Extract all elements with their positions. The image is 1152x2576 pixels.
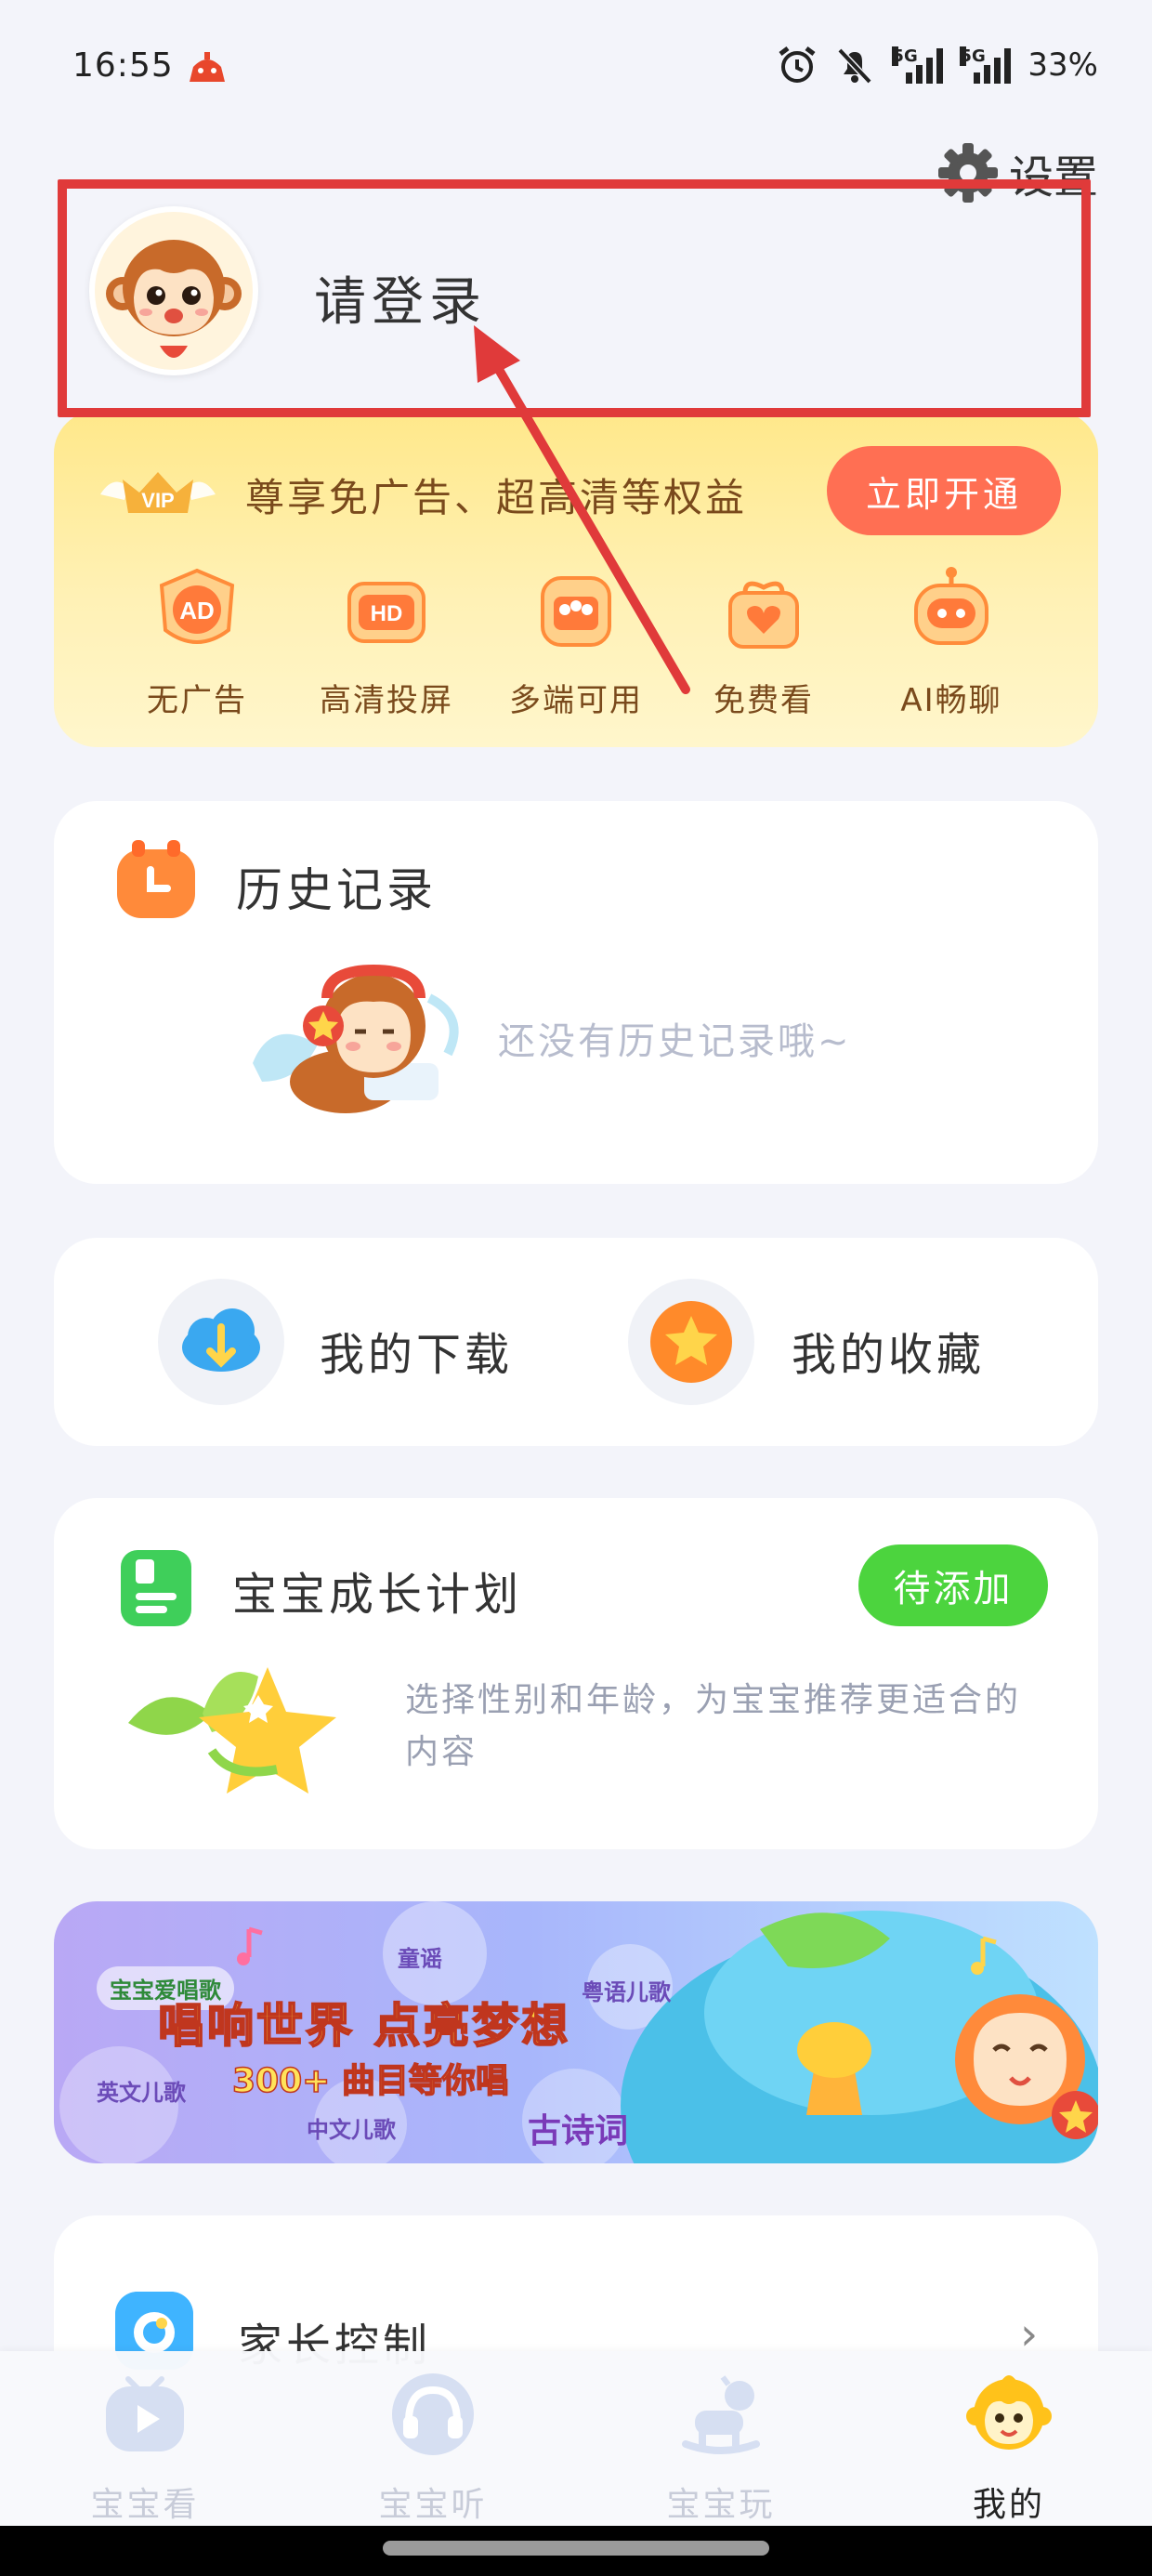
banner-tag: 古诗词: [528, 2112, 629, 2150]
benefit-ai-chat[interactable]: AI畅聊: [858, 565, 1044, 720]
growth-plan-icon: [121, 1550, 191, 1626]
benefit-no-ads[interactable]: AD 无广告: [104, 565, 290, 720]
signal-icon: 5G: [960, 46, 1012, 84]
heart-gift-icon: [728, 581, 799, 649]
status-indicators: 5G 5G 33%: [777, 45, 1098, 85]
benefit-label: 无广告: [147, 682, 247, 719]
rocking-horse-icon: [682, 2375, 760, 2454]
battery-percent: 33%: [1028, 46, 1098, 84]
favorites-button-icon-wrap[interactable]: [628, 1279, 754, 1405]
annotation-arrow-icon: [474, 325, 690, 694]
tab-baobao-watch[interactable]: 宝宝看: [52, 2368, 238, 2526]
tab-mine[interactable]: 我的: [916, 2368, 1102, 2526]
growth-plan-add-button[interactable]: 待添加: [858, 1544, 1048, 1626]
app-notification-icon: [190, 52, 225, 82]
robot-icon: [914, 567, 988, 645]
banner-subline: 300+ 曲目等你唱: [231, 2061, 509, 2101]
network-type-label: 5G: [892, 46, 918, 66]
cloud-download-icon: [182, 1308, 260, 1372]
vip-badge-icon: VIP: [100, 472, 216, 513]
benefit-label: 高清投屏: [320, 682, 453, 719]
svg-text:AD: AD: [179, 597, 215, 624]
status-time: 16:55: [72, 46, 174, 85]
tab-label: 宝宝看: [90, 2486, 200, 2524]
home-indicator[interactable]: [383, 2541, 769, 2556]
history-clock-icon: [117, 840, 195, 918]
vip-subscribe-button[interactable]: 立即开通: [827, 446, 1061, 535]
svg-text:HD: HD: [371, 601, 403, 626]
alarm-icon: [779, 46, 816, 83]
history-title: 历史记录: [236, 863, 437, 917]
benefit-free-watch[interactable]: 免费看: [671, 565, 857, 720]
tab-baobao-listen[interactable]: 宝宝听: [340, 2368, 526, 2526]
benefit-label: AI畅聊: [900, 682, 1002, 719]
history-empty-text: 还没有历史记录哦~: [498, 1020, 852, 1063]
sleeping-monkey-illustration: [253, 964, 459, 1113]
banner-tag: 中文儿歌: [307, 2117, 396, 2143]
growth-plan-title: 宝宝成长计划: [232, 1569, 523, 1621]
hd-icon: HD: [347, 582, 425, 643]
banner-tag: 英文儿歌: [97, 2080, 186, 2106]
mute-icon: [837, 47, 872, 85]
headphones-icon: [392, 2373, 474, 2455]
play-tv-icon: [106, 2376, 184, 2451]
tab-baobao-play[interactable]: 宝宝玩: [628, 2368, 814, 2526]
tab-label: 宝宝玩: [666, 2486, 776, 2524]
network-type-label: 5G: [960, 46, 986, 66]
star-icon: [650, 1301, 732, 1383]
vip-badge-text: VIP: [141, 489, 174, 512]
history-card[interactable]: [54, 801, 1098, 1184]
signal-icon: 5G: [892, 46, 944, 84]
status-bar: 16:55 5G 5G 33%: [0, 0, 1152, 139]
banner-tag: 童谣: [398, 1946, 442, 1972]
downloads-link[interactable]: 我的下载: [320, 1318, 513, 1383]
favorites-link[interactable]: 我的收藏: [792, 1318, 985, 1383]
monkey-face-icon: [966, 2375, 1052, 2450]
banner-headline: 唱响世界 点亮梦想: [157, 1998, 571, 2054]
ad-icon: AD: [159, 568, 235, 644]
download-button-icon-wrap[interactable]: [158, 1279, 284, 1405]
benefit-hd-cast[interactable]: HD 高清投屏: [294, 565, 479, 720]
growth-plan-description: 选择性别和年龄，为宝宝推荐更适合的内容: [405, 1681, 1022, 1771]
tab-label: 宝宝听: [378, 2486, 488, 2524]
banner-tag: 粤语儿歌: [582, 1979, 671, 2005]
benefit-label: 免费看: [713, 682, 814, 719]
tab-label: 我的: [972, 2486, 1045, 2524]
sprout-star-illustration: [128, 1667, 336, 1794]
